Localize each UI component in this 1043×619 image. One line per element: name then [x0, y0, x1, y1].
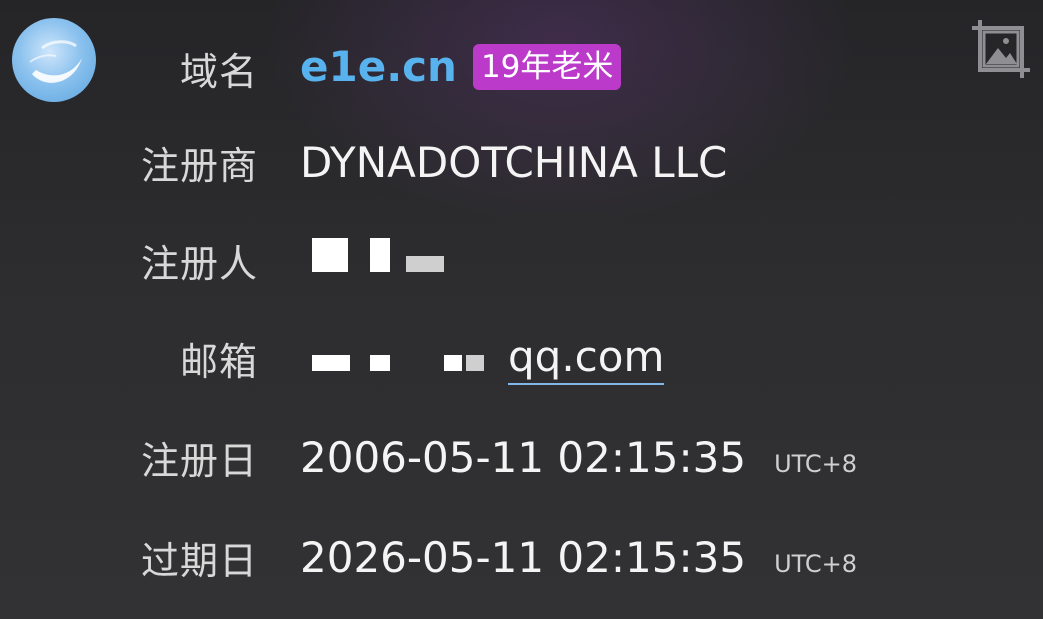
registrar-label: 注册商	[140, 143, 258, 188]
email-label: 邮箱	[179, 339, 258, 384]
whois-card: 域名 e1e.cn 19年老米 注册商 DYNADOTCHINA LLC 注册人…	[0, 0, 1043, 619]
redaction-block	[370, 354, 390, 371]
domain-label: 域名	[179, 49, 258, 94]
registrant-redacted	[300, 238, 444, 272]
registered-timezone: UTC+8	[774, 449, 858, 478]
domain-name-link[interactable]: e1e.cn	[300, 42, 457, 91]
expires-label: 过期日	[140, 538, 258, 583]
expires-value-group: 2026-05-11 02:15:35 UTC+8	[300, 533, 857, 582]
email-domain-text[interactable]: qq.com	[508, 332, 665, 385]
registrar-value: DYNADOTCHINA LLC	[300, 137, 728, 187]
expires-date: 2026-05-11 02:15:35	[300, 532, 747, 582]
redaction-block	[444, 354, 462, 371]
row-domain: 域名 e1e.cn 19年老米	[0, 38, 1043, 98]
domain-value-group: e1e.cn 19年老米	[300, 42, 622, 94]
registered-date: 2006-05-11 02:15:35	[300, 432, 747, 482]
registrant-label: 注册人	[140, 241, 258, 286]
redaction-block	[406, 256, 444, 272]
redaction-block	[312, 354, 350, 371]
domain-age-badge: 19年老米	[472, 44, 622, 90]
redaction-block	[370, 238, 390, 272]
registered-value-group: 2006-05-11 02:15:35 UTC+8	[300, 433, 857, 482]
row-registered: 注册日 2006-05-11 02:15:35 UTC+8	[0, 427, 1043, 487]
registered-label: 注册日	[140, 438, 258, 483]
row-email: 邮箱 qq.com	[0, 328, 1043, 388]
redaction-block	[312, 238, 348, 272]
redaction-block	[466, 354, 484, 371]
email-value-group[interactable]: qq.com	[300, 332, 665, 385]
row-registrar: 注册商 DYNADOTCHINA LLC	[0, 132, 1043, 192]
row-expires: 过期日 2026-05-11 02:15:35 UTC+8	[0, 527, 1043, 587]
row-registrant: 注册人	[0, 230, 1043, 290]
expires-timezone: UTC+8	[774, 549, 858, 578]
